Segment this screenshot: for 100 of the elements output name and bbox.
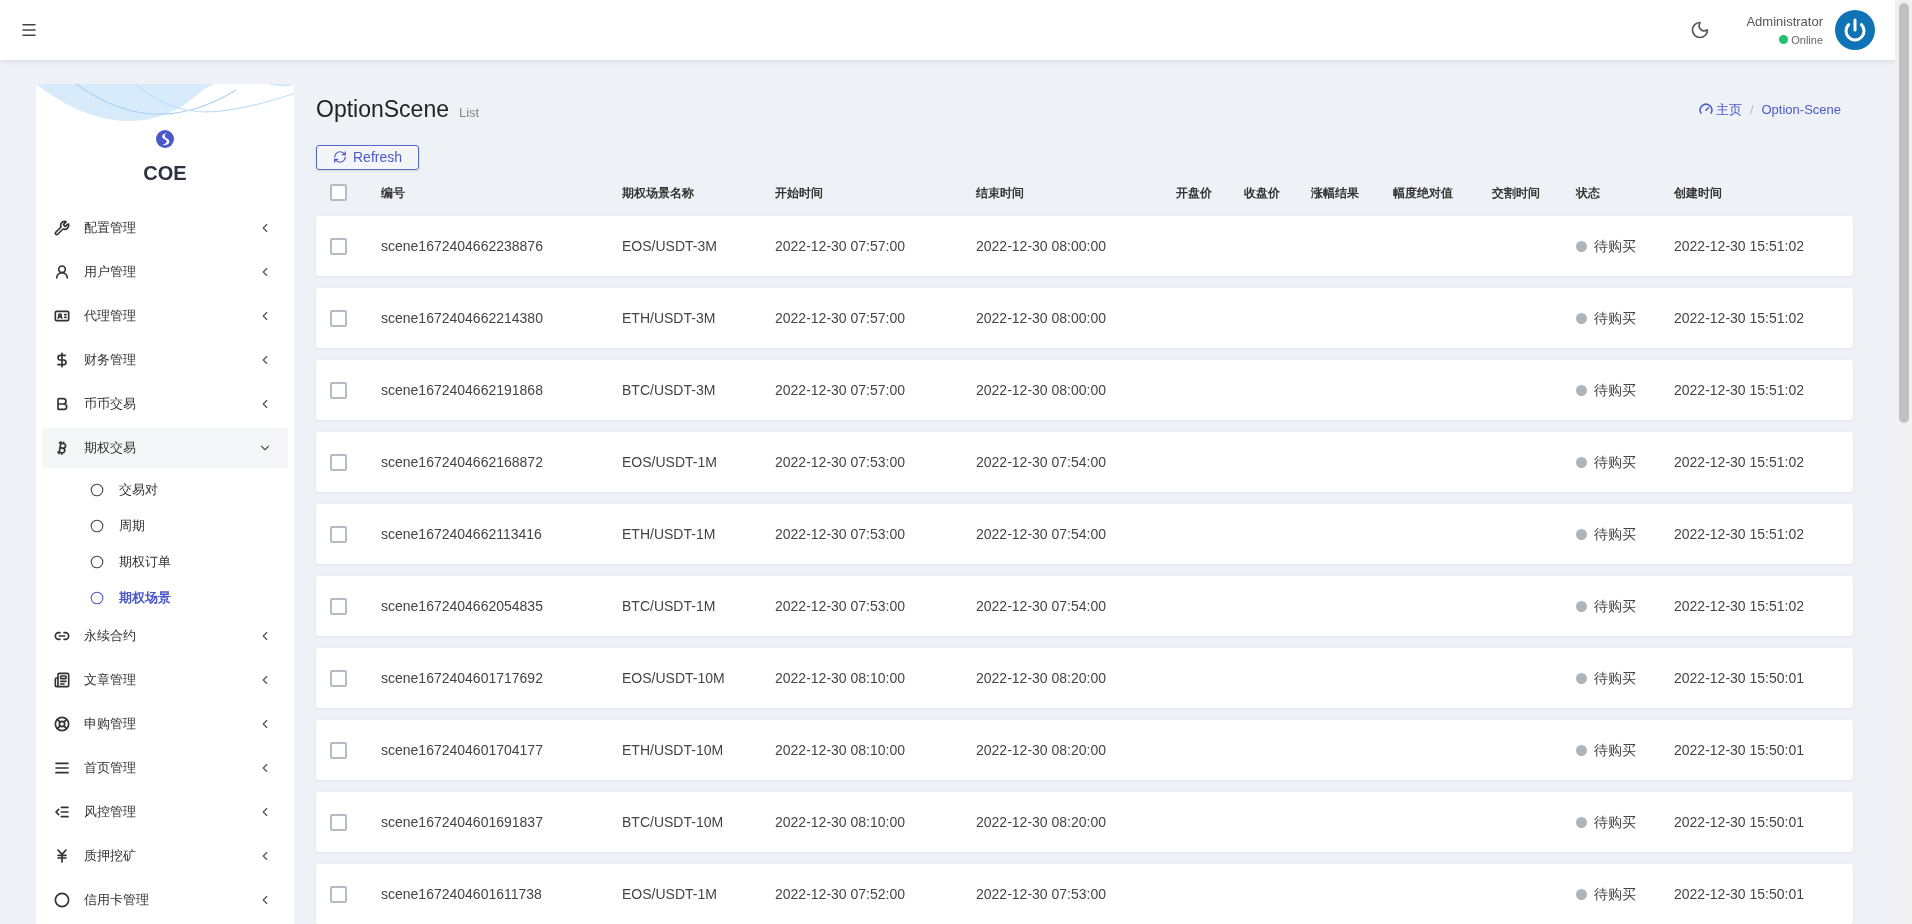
status-text: 待购买	[1594, 884, 1636, 904]
submenu-item[interactable]: 期权场景	[42, 580, 288, 616]
wrench-icon	[54, 220, 70, 236]
row-checkbox[interactable]	[330, 597, 347, 615]
column-header: 收盘价	[1244, 184, 1281, 202]
column-header: 结束时间	[976, 184, 1025, 202]
table-cell-text: 2022-12-30 08:10:00	[775, 668, 906, 688]
power-avatar-icon[interactable]	[1835, 10, 1875, 50]
user-icon	[54, 264, 70, 280]
circle-icon	[90, 483, 104, 497]
breadcrumb-link[interactable]: 主页	[1715, 99, 1742, 119]
table-cell-text: scene1672404601717692	[381, 668, 544, 688]
table-cell-text: 2022-12-30 15:50:01	[1674, 812, 1805, 832]
column-header: 涨幅结果	[1311, 184, 1360, 202]
menu-item[interactable]: 代理管理	[42, 296, 288, 336]
table-cell-text: 2022-12-30 15:50:01	[1674, 884, 1805, 904]
row-checkbox[interactable]	[330, 741, 347, 759]
lifebuoy-icon	[54, 716, 70, 732]
table-cell-text: 2022-12-30 07:54:00	[976, 596, 1107, 616]
table-cell-text: 2022-12-30 07:57:00	[775, 236, 906, 256]
row-checkbox[interactable]	[330, 885, 347, 903]
table-cell-text: scene1672404601704177	[381, 740, 544, 760]
table-cell-text: 2022-12-30 08:20:00	[976, 668, 1107, 688]
table-cell-text: 2022-12-30 07:53:00	[976, 884, 1107, 904]
table-cell-text: 2022-12-30 15:51:02	[1674, 452, 1805, 472]
table-cell-text: 2022-12-30 07:57:00	[775, 308, 906, 328]
table-cell-text: BTC/USDT-1M	[622, 596, 717, 616]
submenu-item[interactable]: 交易对	[42, 472, 288, 508]
breadcrumb-separator: /	[1749, 100, 1754, 119]
gauge-icon	[1698, 102, 1713, 117]
menu-item[interactable]: 信用卡管理	[42, 880, 288, 920]
menu-item[interactable]: 用户管理	[42, 252, 288, 292]
breadcrumb-link[interactable]: Option-Scene	[1761, 99, 1841, 119]
menu-item[interactable]: 质押挖矿	[42, 836, 288, 876]
menu-item[interactable]: 文章管理	[42, 660, 288, 700]
user-status: Online	[1791, 32, 1823, 48]
select-all-checkbox[interactable]	[330, 184, 347, 202]
submenu-item[interactable]: 期权订单	[42, 544, 288, 580]
column-header: 期权场景名称	[622, 184, 695, 202]
menu-item[interactable]: 申购管理	[42, 704, 288, 744]
row-checkbox[interactable]	[330, 525, 347, 543]
table-cell-text: scene1672404601611738	[381, 884, 543, 904]
menu-item[interactable]: 配置管理	[42, 208, 288, 248]
table-cell-text: 2022-12-30 15:51:02	[1674, 236, 1805, 256]
table-cell-text: 2022-12-30 07:57:00	[775, 380, 906, 400]
table-cell-text: 2022-12-30 15:51:02	[1674, 524, 1805, 544]
row-checkbox[interactable]	[330, 813, 347, 831]
row-checkbox[interactable]	[330, 381, 347, 399]
table-cell-text: ETH/USDT-3M	[622, 308, 717, 328]
row-checkbox[interactable]	[330, 453, 347, 471]
menu-item[interactable]: 财务管理	[42, 340, 288, 380]
submenu-item[interactable]: 周期	[42, 508, 288, 544]
table-cell-text: scene1672404662168872	[381, 452, 544, 472]
column-header: 幅度绝对值	[1393, 184, 1454, 202]
status-text: 待购买	[1594, 524, 1636, 544]
circle-icon	[90, 519, 104, 533]
row-checkbox[interactable]	[330, 309, 347, 327]
status-text: 待购买	[1594, 740, 1636, 760]
status-text: 待购买	[1594, 668, 1636, 688]
id-card-icon	[54, 308, 70, 324]
refresh-icon	[333, 150, 347, 165]
table-cell-text: 2022-12-30 07:54:00	[976, 452, 1107, 472]
circle-icon	[54, 892, 70, 908]
table-cell-text: 2022-12-30 08:00:00	[976, 308, 1107, 328]
status-text: 待购买	[1594, 236, 1636, 256]
menu-item[interactable]: 期权交易	[42, 428, 288, 468]
dollar-icon	[54, 352, 70, 368]
table-cell-text: scene1672404662113416	[381, 524, 543, 544]
table-cell-text: 2022-12-30 08:20:00	[976, 740, 1107, 760]
table-cell-text: 2022-12-30 08:00:00	[976, 380, 1107, 400]
table-cell-text: 2022-12-30 15:50:01	[1674, 740, 1805, 760]
table-cell-text: scene1672404662054835	[381, 596, 544, 616]
table-cell-text: 2022-12-30 08:10:00	[775, 812, 906, 832]
page-title: OptionScene	[316, 95, 449, 124]
table-cell-text: 2022-12-30 08:10:00	[775, 740, 906, 760]
table-cell-text: 2022-12-30 15:51:02	[1674, 308, 1805, 328]
row-checkbox[interactable]	[330, 237, 347, 255]
table-cell-text: BTC/USDT-10M	[622, 812, 725, 832]
table-cell-text: 2022-12-30 07:54:00	[976, 524, 1107, 544]
refresh-button[interactable]: Refresh	[316, 144, 420, 170]
row-checkbox[interactable]	[330, 669, 347, 687]
table-cell-text: 2022-12-30 07:53:00	[775, 452, 906, 472]
table-cell-text: 2022-12-30 15:51:02	[1674, 596, 1805, 616]
moon-icon[interactable]	[1690, 20, 1711, 40]
page-subtitle: List	[459, 103, 480, 122]
lines-icon	[54, 760, 70, 776]
status-text: 待购买	[1594, 308, 1636, 328]
table-cell-text: scene1672404662238876	[381, 236, 544, 256]
status-text: 待购买	[1594, 452, 1636, 472]
menu-item[interactable]: 币币交易	[42, 384, 288, 424]
menu-item[interactable]: 风控管理	[42, 792, 288, 832]
newspaper-icon	[54, 672, 70, 688]
table-cell-text: scene1672404662214380	[381, 308, 544, 328]
column-header: 开始时间	[775, 184, 824, 202]
menu-item[interactable]: 永续合约	[42, 616, 288, 656]
menu-icon[interactable]	[20, 21, 38, 39]
status-text: 待购买	[1594, 812, 1636, 832]
column-header: 状态	[1576, 184, 1601, 202]
menu-item[interactable]: 首页管理	[42, 748, 288, 788]
table-cell-text: scene1672404662191868	[381, 380, 544, 400]
